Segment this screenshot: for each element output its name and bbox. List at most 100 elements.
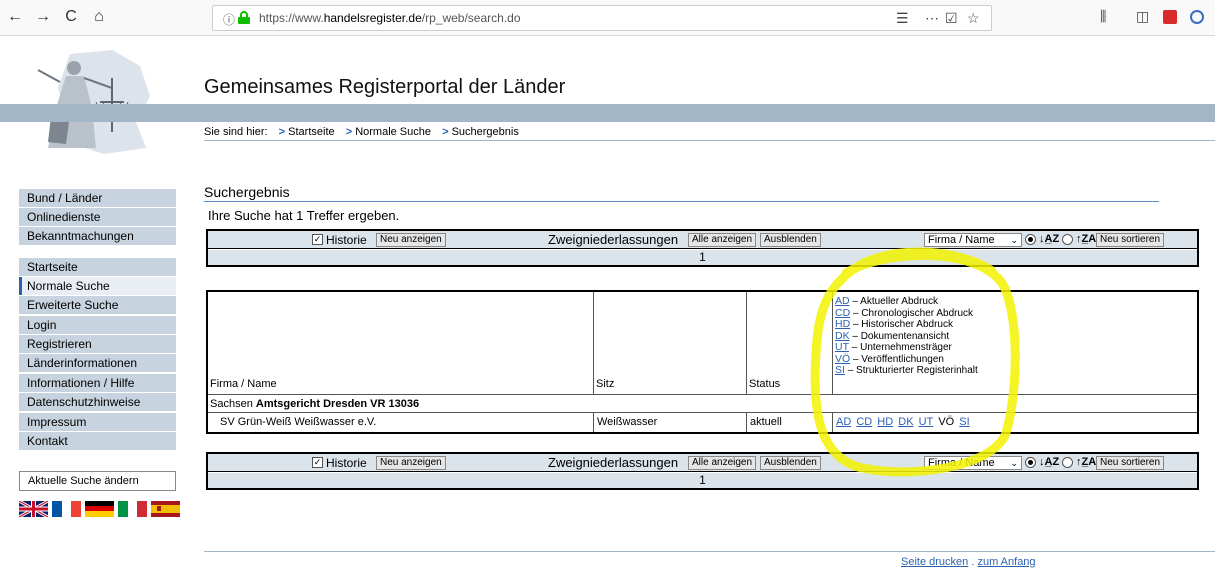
court-group-row: Sachsen Amtsgericht Dresden VR 13036 xyxy=(208,394,1197,413)
alle-anzeigen-button[interactable]: Alle anzeigen xyxy=(688,233,757,247)
page-actions-icon[interactable]: ⋯ xyxy=(925,10,939,27)
sort-descending-icon: ↑Z̲A xyxy=(1076,233,1097,245)
pocket-icon[interactable]: ☑ xyxy=(945,10,958,27)
sidebar-item-bekanntmachungen[interactable]: Bekanntmachungen xyxy=(19,227,176,245)
justitia-logo xyxy=(0,48,180,156)
reload-icon[interactable]: C xyxy=(60,6,82,28)
historie-label: Historie xyxy=(326,233,367,247)
historie-checkbox[interactable]: ✓ xyxy=(312,457,323,468)
breadcrumb: Sie sind hier: > Startseite > Normale Su… xyxy=(204,126,519,138)
sidebar-item-laenderinformationen[interactable]: Länderinformationen xyxy=(19,354,176,372)
flag-italian-icon[interactable] xyxy=(118,501,147,517)
change-search-button[interactable]: Aktuelle Suche ändern xyxy=(19,471,176,491)
sidebar-item-registrieren[interactable]: Registrieren xyxy=(19,335,176,353)
cell-firma: SV Grün-Weiß Weißwasser e.V. xyxy=(208,413,594,432)
breadcrumb-arrow: > xyxy=(442,126,449,138)
historie-checkbox[interactable]: ✓ xyxy=(312,234,323,245)
table-row: SV Grün-Weiß Weißwasser e.V. Weißwasser … xyxy=(208,413,1197,432)
sidebar-item-datenschutzhinweise[interactable]: Datenschutzhinweise xyxy=(19,393,176,411)
sort-descending-radio[interactable] xyxy=(1062,457,1073,468)
url-domain: handelsregister.de xyxy=(323,11,422,25)
sidebar-item-login[interactable]: Login xyxy=(19,316,176,334)
column-header-status-label: Status xyxy=(749,378,781,390)
sidebar-item-informationen-hilfe[interactable]: Informationen / Hilfe xyxy=(19,374,176,392)
url-bar[interactable]: ⓘ https://www.handelsregister.de/rp_web/… xyxy=(212,5,992,31)
sidebar-item-erweiterte-suche[interactable]: Erweiterte Suche xyxy=(19,296,176,314)
neu-sortieren-button[interactable]: Neu sortieren xyxy=(1096,456,1165,470)
flag-german-icon[interactable] xyxy=(85,501,114,517)
sort-descending-icon: ↑Z̲A xyxy=(1076,456,1097,468)
flag-english-icon[interactable] xyxy=(19,501,48,517)
sort-descending-radio[interactable] xyxy=(1062,234,1073,245)
alle-anzeigen-button[interactable]: Alle anzeigen xyxy=(688,456,757,470)
results-count: Ihre Suche hat 1 Treffer ergeben. xyxy=(208,208,400,223)
footer-divider xyxy=(204,551,1215,552)
column-header-sitz: Sitz xyxy=(594,292,747,394)
controls-row: ✓ Historie Neu anzeigen Zweigniederlassu… xyxy=(208,454,1197,472)
site-info-icon[interactable]: ⓘ xyxy=(223,11,235,28)
flag-spanish-icon[interactable] xyxy=(151,501,180,517)
highlight-annotation xyxy=(810,247,1020,477)
url-prefix: https://www. xyxy=(259,11,324,25)
forward-icon[interactable]: → xyxy=(32,6,54,28)
bookmark-star-icon[interactable]: ☆ xyxy=(967,10,980,27)
home-icon[interactable]: ⌂ xyxy=(88,6,110,28)
zweigniederlassungen-label: Zweigniederlassungen xyxy=(548,232,679,247)
flag-french-icon[interactable] xyxy=(52,501,81,517)
results-table: Firma / Name Sitz Status AD – Aktueller … xyxy=(206,290,1199,434)
breadcrumb-item-suchergebnis: Suchergebnis xyxy=(451,126,519,138)
breadcrumb-arrow: > xyxy=(345,126,353,138)
sort-ascending-radio[interactable] xyxy=(1025,234,1036,245)
pagination-row: 1 xyxy=(208,473,1197,488)
neu-anzeigen-button[interactable]: Neu anzeigen xyxy=(376,233,446,247)
reader-view-icon[interactable]: ☰ xyxy=(896,10,909,27)
sidebar-toggle-icon[interactable]: ◫ xyxy=(1136,8,1149,25)
zweigniederlassungen-label: Zweigniederlassungen xyxy=(548,455,679,470)
print-page-link[interactable]: Seite drucken xyxy=(901,556,968,568)
pagination-row: 1 xyxy=(208,250,1197,265)
back-icon[interactable]: ← xyxy=(4,6,26,28)
library-icon[interactable]: ⫼ xyxy=(1100,8,1106,25)
url-path: /rp_web/search.do xyxy=(421,11,521,25)
page-number[interactable]: 1 xyxy=(699,473,706,487)
results-heading: Suchergebnis xyxy=(204,184,290,200)
sidebar-item-kontakt[interactable]: Kontakt xyxy=(19,432,176,450)
neu-anzeigen-button[interactable]: Neu anzeigen xyxy=(376,456,446,470)
court-name: Amtsgericht Dresden VR 13036 xyxy=(255,398,420,410)
cell-sitz: Weißwasser xyxy=(594,413,747,432)
sort-ascending-icon: ↓A̲Z xyxy=(1039,233,1060,245)
breadcrumb-prefix: Sie sind hier: xyxy=(204,126,268,138)
page-number[interactable]: 1 xyxy=(699,250,706,264)
column-header-firma: Firma / Name xyxy=(208,292,594,394)
column-header-firma-label: Firma / Name xyxy=(210,378,277,390)
extension-icon[interactable] xyxy=(1190,10,1204,24)
court-state: Sachsen xyxy=(210,398,253,410)
results-controls-bottom: ✓ Historie Neu anzeigen Zweigniederlassu… xyxy=(206,452,1199,490)
sidebar-item-impressum[interactable]: Impressum xyxy=(19,413,176,431)
breadcrumb-divider xyxy=(204,140,1215,141)
breadcrumb-item-startseite[interactable]: Startseite xyxy=(288,126,334,138)
footer-separator: . xyxy=(971,556,975,568)
sidebar-item-startseite[interactable]: Startseite xyxy=(19,258,176,276)
breadcrumb-arrow: > xyxy=(278,126,286,138)
url-text[interactable]: https://www.handelsregister.de/rp_web/se… xyxy=(259,11,521,25)
sort-ascending-icon: ↓A̲Z xyxy=(1039,456,1060,468)
sidebar-item-normale-suche[interactable]: Normale Suche xyxy=(19,277,176,295)
back-to-top-link[interactable]: zum Anfang xyxy=(977,556,1035,568)
lock-icon xyxy=(238,11,250,24)
historie-label: Historie xyxy=(326,456,367,470)
results-heading-underline xyxy=(204,201,1159,202)
addon-icon[interactable] xyxy=(1163,10,1177,24)
controls-row: ✓ Historie Neu anzeigen Zweigniederlassu… xyxy=(208,231,1197,249)
breadcrumb-item-normale-suche[interactable]: Normale Suche xyxy=(355,126,431,138)
footer-links: Seite drucken . zum Anfang xyxy=(901,556,1036,568)
header-band xyxy=(0,104,1215,122)
sidebar-item-bund-laender[interactable]: Bund / Länder xyxy=(19,189,176,207)
neu-sortieren-button[interactable]: Neu sortieren xyxy=(1096,233,1165,247)
browser-toolbar: ← → C ⌂ ⓘ https://www.handelsregister.de… xyxy=(0,0,1215,36)
results-controls-top: ✓ Historie Neu anzeigen Zweigniederlassu… xyxy=(206,229,1199,267)
column-header-sitz-label: Sitz xyxy=(596,378,615,390)
sidebar-item-onlinedienste[interactable]: Onlinedienste xyxy=(19,208,176,226)
page-title: Gemeinsames Registerportal der Länder xyxy=(204,76,566,98)
sort-ascending-radio[interactable] xyxy=(1025,457,1036,468)
